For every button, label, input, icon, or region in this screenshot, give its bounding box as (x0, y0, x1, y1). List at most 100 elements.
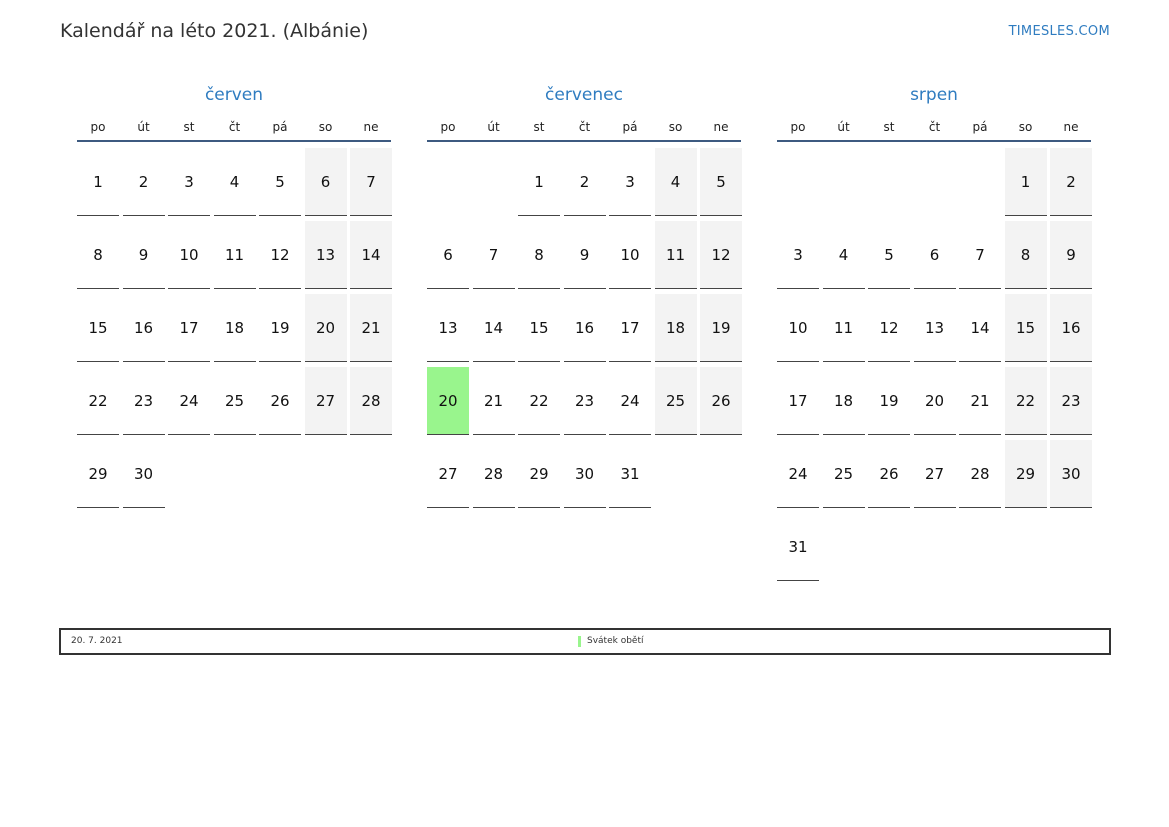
weekday-label: út (487, 120, 500, 134)
weekday-label: út (137, 120, 150, 134)
day-cell: 10 (168, 221, 210, 289)
day-cell: 30 (122, 440, 165, 508)
day-cell: 12 (259, 221, 301, 289)
day-cell: 4 (654, 148, 697, 216)
day-cell: 1 (518, 148, 560, 216)
month-0: červen po út st čt pá so ne 1 2 3 4 5 6 7 8 9 10 11 12 13 14 1… (77, 84, 392, 602)
day-cell: 13 (427, 294, 469, 362)
months-container: červen po út st čt pá so ne 1 2 3 4 5 6 7 8 9 10 11 12 13 14 1… (77, 84, 1092, 584)
day-cell: 23 (1050, 367, 1092, 435)
weekday-label: po (790, 120, 806, 134)
day-cell: 2 (1050, 148, 1092, 216)
day-cell: 15 (77, 294, 119, 362)
day-cell: 7 (350, 148, 392, 216)
weekday-label: so (318, 120, 333, 134)
weekday-label: po (90, 120, 106, 134)
day-grid: 1 2 3 4 5 6 7 8 9 10 11 12 13 14 15 16 17 18 19 20 21 22 23 24 2… (77, 142, 392, 602)
day-cell: 31 (609, 440, 651, 508)
day-cell: 3 (777, 221, 819, 289)
day-cell: 10 (777, 294, 819, 362)
day-cell: 22 (1004, 367, 1047, 435)
day-cell: 24 (168, 367, 210, 435)
weekday-label: ne (713, 120, 729, 134)
day-cell: 10 (609, 221, 651, 289)
day-cell: 1 (1004, 148, 1047, 216)
day-cell: 20 (304, 294, 347, 362)
day-cell: 4 (822, 221, 865, 289)
day-cell: 5 (700, 148, 742, 216)
page-title: Kalendář na léto 2021. (Albánie) (60, 20, 369, 42)
day-cell: 29 (518, 440, 560, 508)
day-cell: 11 (213, 221, 256, 289)
day-cell: 29 (77, 440, 119, 508)
day-cell: 29 (1004, 440, 1047, 508)
weekday-label: so (1018, 120, 1033, 134)
day-cell: 8 (1004, 221, 1047, 289)
day-cell: 24 (777, 440, 819, 508)
day-cell: 8 (77, 221, 119, 289)
day-cell: 24 (609, 367, 651, 435)
weekday-label: po (440, 120, 456, 134)
day-cell: 17 (777, 367, 819, 435)
legend-holiday-name: Svátek obětí (587, 636, 644, 646)
day-cell-holiday: 20 (427, 367, 469, 435)
day-cell: 18 (654, 294, 697, 362)
weekday-label: ne (363, 120, 379, 134)
day-cell: 5 (868, 221, 910, 289)
day-cell: 8 (518, 221, 560, 289)
day-cell: 6 (913, 221, 956, 289)
day-cell: 19 (259, 294, 301, 362)
weekday-label: út (837, 120, 850, 134)
day-cell: 21 (350, 294, 392, 362)
day-cell: 19 (700, 294, 742, 362)
weekday-label: pá (272, 120, 288, 134)
day-cell: 16 (1050, 294, 1092, 362)
weekday-header: po út st čt pá so ne (777, 114, 1091, 142)
day-cell: 17 (609, 294, 651, 362)
day-cell: 27 (427, 440, 469, 508)
day-cell: 2 (563, 148, 606, 216)
day-cell: 16 (563, 294, 606, 362)
day-cell: 26 (868, 440, 910, 508)
day-cell: 27 (913, 440, 956, 508)
day-grid: 1 2 3 4 5 6 7 8 9 10 11 12 13 14 15 16 17 18 19 20 21 22 23 24 2… (427, 142, 742, 602)
day-cell: 27 (304, 367, 347, 435)
month-1: červenec po út st čt pá so ne 1 2 3 4 5 6 7 8 9 10 11 12 13 1… (427, 84, 742, 602)
month-2: srpen po út st čt pá so ne 1 2 3 4 5 6 7 8 9 10 11 12 13 14 15… (777, 84, 1092, 602)
day-cell: 6 (427, 221, 469, 289)
holiday-legend: 20. 7. 2021 Svátek obětí (59, 628, 1111, 655)
day-cell: 21 (959, 367, 1001, 435)
day-cell: 21 (472, 367, 515, 435)
day-cell: 30 (1050, 440, 1092, 508)
brand-link[interactable]: TIMESLES.COM (1009, 24, 1110, 39)
day-cell: 3 (168, 148, 210, 216)
day-cell: 12 (868, 294, 910, 362)
day-cell: 25 (654, 367, 697, 435)
day-cell: 13 (913, 294, 956, 362)
day-cell: 23 (122, 367, 165, 435)
weekday-header: po út st čt pá so ne (77, 114, 391, 142)
day-cell: 20 (913, 367, 956, 435)
weekday-label: st (883, 120, 895, 134)
day-cell: 14 (472, 294, 515, 362)
day-cell: 9 (122, 221, 165, 289)
day-cell: 5 (259, 148, 301, 216)
day-grid: 1 2 3 4 5 6 7 8 9 10 11 12 13 14 15 16 17 18 19 20 21 22 23 24 2… (777, 142, 1092, 602)
day-cell: 3 (609, 148, 651, 216)
weekday-label: ne (1063, 120, 1079, 134)
day-cell: 28 (959, 440, 1001, 508)
month-title: červenec (545, 85, 623, 105)
weekday-label: čt (928, 120, 941, 134)
weekday-label: st (183, 120, 195, 134)
month-title: červen (204, 85, 264, 105)
day-cell: 22 (77, 367, 119, 435)
day-cell: 4 (213, 148, 256, 216)
weekday-label: st (533, 120, 545, 134)
day-cell: 11 (654, 221, 697, 289)
weekday-label: pá (972, 120, 988, 134)
day-cell: 6 (304, 148, 347, 216)
day-cell: 22 (518, 367, 560, 435)
day-cell: 14 (959, 294, 1001, 362)
day-cell: 9 (563, 221, 606, 289)
weekday-label: so (668, 120, 683, 134)
